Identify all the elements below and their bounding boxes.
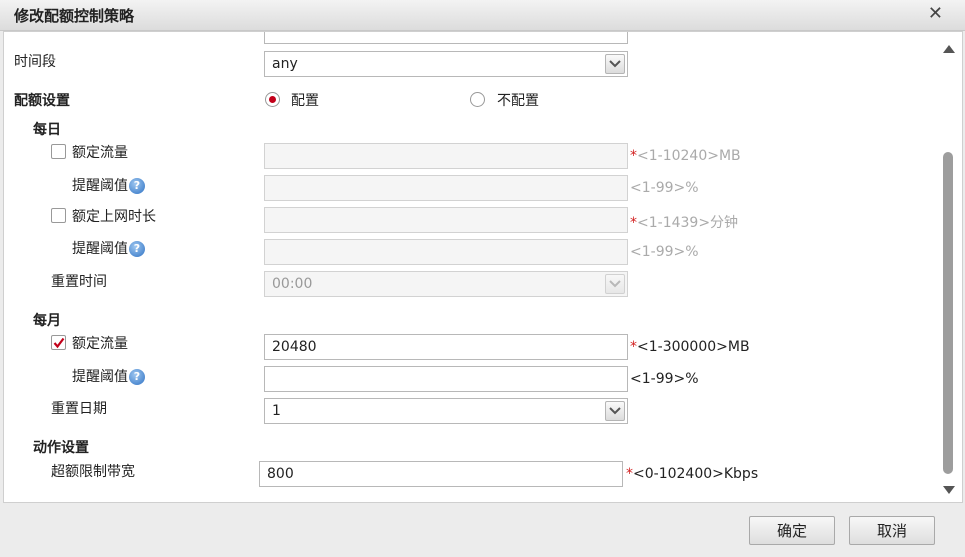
- help-icon[interactable]: ?: [129, 178, 145, 194]
- chevron-down-icon[interactable]: [605, 401, 625, 421]
- close-icon[interactable]: ✕: [928, 3, 943, 24]
- radio-configure[interactable]: [265, 92, 280, 107]
- monthly-reset-date-value: 1: [272, 403, 281, 419]
- chevron-down-icon[interactable]: [605, 54, 625, 74]
- required-mark: *: [630, 339, 637, 355]
- bandwidth-limit-label: 超额限制带宽: [51, 464, 135, 480]
- scroll-down-icon[interactable]: [943, 486, 955, 494]
- radio-not-configure[interactable]: [470, 92, 485, 107]
- scrollbar-thumb[interactable]: [943, 152, 953, 474]
- daily-duration-threshold-text: 提醒阈值: [72, 241, 128, 257]
- monthly-traffic-hint-text: <1-300000>MB: [637, 339, 750, 355]
- daily-traffic-threshold-label: 提醒阈值?: [72, 175, 145, 195]
- daily-duration-label: 额定上网时长: [72, 209, 156, 225]
- daily-traffic-threshold-text: 提醒阈值: [72, 178, 128, 194]
- monthly-traffic-threshold-label: 提醒阈值?: [72, 366, 145, 386]
- checkmark-icon: [53, 337, 65, 349]
- scroll-up-icon[interactable]: [943, 45, 955, 53]
- required-mark: *: [626, 466, 633, 482]
- required-mark: *: [630, 148, 637, 164]
- dialog-title: 修改配额控制策略: [14, 7, 135, 25]
- dialog-titlebar: 修改配额控制策略 ✕: [0, 0, 965, 31]
- daily-traffic-hint-text: <1-10240>MB: [637, 148, 741, 164]
- monthly-traffic-value: 20480: [272, 339, 317, 355]
- time-period-label: 时间段: [14, 54, 56, 70]
- daily-traffic-threshold-hint: <1-99>%: [630, 180, 699, 196]
- quota-setting-label: 配额设置: [14, 93, 70, 109]
- scrolled-off-input[interactable]: [264, 32, 628, 44]
- daily-traffic-input[interactable]: [264, 143, 628, 169]
- bandwidth-limit-hint-text: <0-102400>Kbps: [633, 466, 759, 482]
- daily-duration-checkbox[interactable]: [51, 208, 66, 223]
- required-mark: *: [630, 215, 637, 231]
- daily-duration-threshold-hint: <1-99>%: [630, 244, 699, 260]
- daily-traffic-checkbox[interactable]: [51, 144, 66, 159]
- daily-traffic-label: 额定流量: [72, 145, 128, 161]
- dialog-footer: 确定 取消: [0, 503, 965, 557]
- daily-reset-time-select[interactable]: 00:00: [264, 271, 628, 297]
- monthly-traffic-threshold-input[interactable]: [264, 366, 628, 392]
- bandwidth-limit-hint: *<0-102400>Kbps: [626, 466, 758, 482]
- daily-section-label: 每日: [33, 122, 61, 138]
- daily-reset-time-label: 重置时间: [51, 274, 107, 290]
- quota-policy-dialog: 修改配额控制策略 ✕ 时间段 any 配额设置 配置 不配置 每日 额定流量 *…: [0, 0, 965, 557]
- help-icon[interactable]: ?: [129, 369, 145, 385]
- action-section-label: 动作设置: [33, 440, 89, 456]
- cancel-button[interactable]: 取消: [849, 516, 935, 545]
- radio-configure-label: 配置: [291, 93, 319, 109]
- monthly-traffic-label: 额定流量: [72, 336, 128, 352]
- daily-duration-input[interactable]: [264, 207, 628, 233]
- monthly-traffic-threshold-hint: <1-99>%: [630, 371, 699, 387]
- monthly-reset-date-select[interactable]: 1: [264, 398, 628, 424]
- help-icon[interactable]: ?: [129, 241, 145, 257]
- monthly-section-label: 每月: [33, 313, 61, 329]
- chevron-down-icon[interactable]: [605, 274, 625, 294]
- daily-duration-threshold-input[interactable]: [264, 239, 628, 265]
- daily-duration-hint-text: <1-1439>分钟: [637, 215, 739, 231]
- confirm-button[interactable]: 确定: [749, 516, 835, 545]
- daily-duration-hint: *<1-1439>分钟: [630, 212, 738, 232]
- form-content: 时间段 any 配额设置 配置 不配置 每日 额定流量 *<1-10240>MB…: [3, 31, 963, 503]
- daily-reset-time-value: 00:00: [272, 276, 313, 292]
- bandwidth-limit-value: 800: [267, 466, 294, 482]
- vertical-scrollbar[interactable]: [941, 42, 955, 497]
- monthly-reset-date-label: 重置日期: [51, 401, 107, 417]
- bandwidth-limit-input[interactable]: 800: [259, 461, 623, 487]
- monthly-traffic-threshold-text: 提醒阈值: [72, 369, 128, 385]
- daily-traffic-hint: *<1-10240>MB: [630, 148, 741, 164]
- daily-traffic-threshold-input[interactable]: [264, 175, 628, 201]
- daily-duration-threshold-label: 提醒阈值?: [72, 238, 145, 258]
- radio-not-configure-label: 不配置: [497, 93, 539, 109]
- monthly-traffic-checkbox[interactable]: [51, 335, 66, 350]
- time-period-select[interactable]: any: [264, 51, 628, 77]
- monthly-traffic-input[interactable]: 20480: [264, 334, 628, 360]
- time-period-value: any: [272, 56, 298, 72]
- monthly-traffic-hint: *<1-300000>MB: [630, 339, 750, 355]
- radio-selected-dot: [269, 96, 276, 103]
